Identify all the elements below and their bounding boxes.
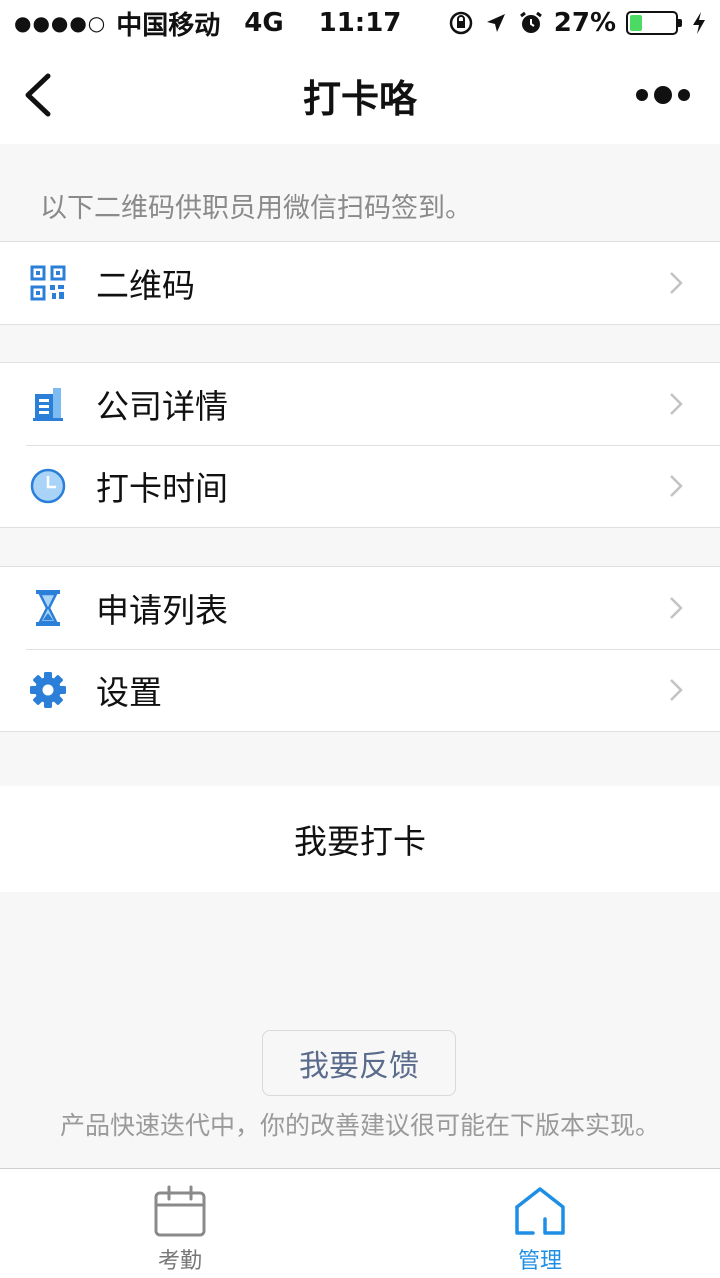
menu-item-label: 打卡时间: [96, 469, 228, 508]
hourglass-icon: [28, 588, 68, 628]
signal-strength-icon: ●●●●○: [14, 11, 107, 35]
chevron-right-icon: [670, 475, 683, 497]
status-left: ●●●●○ 中国移动 4G: [14, 5, 448, 42]
tab-label: 考勤: [157, 1249, 202, 1274]
more-dot: [654, 86, 672, 104]
rotation-lock-icon: [449, 11, 473, 35]
gear-icon: [28, 670, 68, 710]
menu-group-management: 申请列表 设置: [0, 566, 720, 732]
menu-item-label: 申请列表: [96, 591, 228, 630]
chevron-left-icon[interactable]: [20, 72, 60, 118]
clock-icon: [28, 466, 68, 506]
location-arrow-icon: [486, 14, 505, 32]
chevron-right-icon: [670, 393, 683, 415]
chevron-right-icon: [670, 679, 683, 701]
feedback-button[interactable]: 我要反馈: [262, 1030, 456, 1096]
tab-attendance[interactable]: 考勤: [0, 1169, 360, 1278]
more-dot: [678, 89, 690, 101]
status-bar: ●●●●○ 中国移动 4G 11:17 27%: [0, 0, 720, 46]
menu-item-label: 公司详情: [96, 387, 228, 426]
feedback-footnote: 产品快速迭代中，你的改善建议很可能在下版本实现。: [59, 1111, 660, 1140]
building-icon: [28, 384, 68, 424]
charging-bolt-icon: [693, 12, 705, 34]
menu-item-company-details[interactable]: 公司详情: [0, 363, 720, 445]
menu-item-application-list[interactable]: 申请列表: [0, 567, 720, 649]
menu-item-label: 二维码: [96, 266, 195, 305]
page-title: 打卡咯: [302, 76, 417, 121]
nav-bar: 打卡咯: [0, 46, 720, 144]
tab-label: 管理: [517, 1249, 562, 1274]
menu-item-qrcode[interactable]: 二维码: [0, 242, 720, 324]
status-right: 27%: [448, 8, 706, 38]
chevron-right-icon: [670, 597, 683, 619]
tab-management[interactable]: 管理: [360, 1169, 720, 1278]
battery-percent: 27%: [553, 8, 616, 38]
menu-item-clock-in-time[interactable]: 打卡时间: [0, 445, 720, 527]
alarm-icon: [519, 11, 542, 33]
menu-item-label: 设置: [96, 673, 162, 712]
more-dot: [636, 89, 648, 101]
calendar-icon: [154, 1185, 206, 1237]
tab-bar: 考勤 管理: [0, 1168, 720, 1278]
chevron-right-icon: [670, 272, 683, 294]
clock-in-button[interactable]: 我要打卡: [0, 786, 720, 892]
qrcode-icon: [28, 263, 68, 303]
home-icon: [515, 1187, 565, 1235]
menu-group-company: 公司详情 打卡时间: [0, 362, 720, 528]
carrier-name: 中国移动: [116, 10, 221, 41]
clock-in-label: 我要打卡: [294, 822, 426, 861]
menu-group-qrcode: 二维码: [0, 241, 720, 325]
battery-level-fill: [630, 15, 642, 31]
more-dots-icon[interactable]: [636, 82, 692, 108]
qrcode-hint-text: 以下二维码供职员用微信扫码签到。: [40, 193, 472, 224]
network-type: 4G: [244, 8, 284, 38]
battery-icon: [626, 11, 682, 35]
menu-item-settings[interactable]: 设置: [0, 649, 720, 731]
